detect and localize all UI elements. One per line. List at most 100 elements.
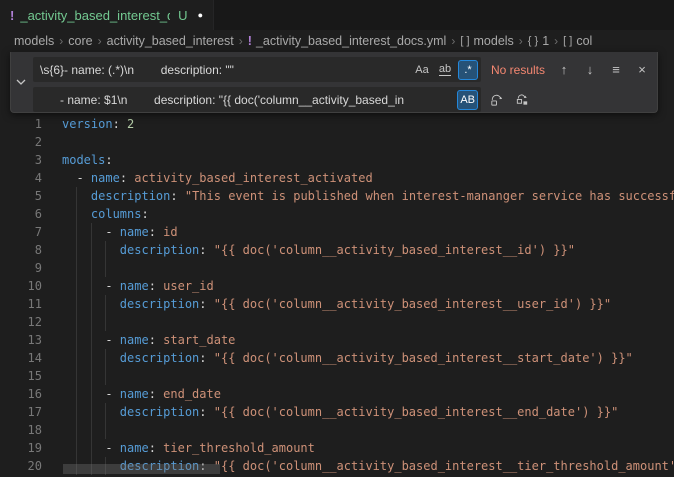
line-number: 10	[0, 277, 42, 295]
line-number: 19	[0, 439, 42, 457]
code-line[interactable]: description: "{{ doc('column__activity_b…	[62, 349, 633, 367]
breadcrumb-item[interactable]: [ ] col	[563, 34, 592, 48]
code-line[interactable]: - name: start_date	[62, 331, 235, 349]
match-case-toggle[interactable]: Aa	[412, 60, 432, 80]
line-number: 17	[0, 403, 42, 421]
line-number: 18	[0, 421, 42, 439]
line-number: 7	[0, 223, 42, 241]
regex-toggle[interactable]: .*	[458, 60, 478, 80]
line-number: 6	[0, 205, 42, 223]
horizontal-scrollbar[interactable]	[63, 464, 220, 474]
line-number: 14	[0, 349, 42, 367]
replace-input[interactable]: - name: $1\n description: "{{ doc('colum…	[33, 87, 481, 112]
find-widget: \s{6}- name: (.*)\n description: "" Aa a…	[10, 52, 658, 113]
find-in-selection-button[interactable]: ≡	[605, 59, 627, 81]
indent-guide	[105, 421, 106, 439]
replace-value-text: - name: $1\n description: "{{ doc('colum…	[40, 93, 454, 107]
line-number: 20	[0, 457, 42, 475]
breadcrumb-separator: ›	[239, 34, 243, 48]
line-number: 12	[0, 313, 42, 331]
find-input[interactable]: \s{6}- name: (.*)\n description: "" Aa a…	[33, 57, 481, 82]
arrow-up-icon: ↑	[561, 62, 568, 77]
replace-all-button[interactable]	[511, 89, 533, 111]
symbol-array-icon: [ ]	[460, 35, 469, 47]
breadcrumb-item[interactable]: ! _activity_based_interest_docs.yml	[248, 34, 447, 48]
find-results-status: No results	[491, 63, 549, 77]
code-line[interactable]: - name: user_id	[62, 277, 214, 295]
code-line[interactable]: description: "{{ doc('column__activity_b…	[62, 295, 611, 313]
breadcrumb-item[interactable]: core	[68, 34, 92, 48]
line-number: 5	[0, 187, 42, 205]
symbol-array-icon: [ ]	[563, 35, 572, 47]
code-line[interactable]: - name: id	[62, 223, 178, 241]
line-number: 13	[0, 331, 42, 349]
yaml-file-icon: !	[10, 8, 14, 23]
replace-all-icon	[515, 92, 530, 107]
indent-guide	[76, 421, 77, 439]
symbol-object-icon: { }	[528, 35, 538, 47]
preserve-case-toggle[interactable]: AB	[457, 90, 478, 110]
indent-guide	[91, 367, 92, 385]
line-number: 16	[0, 385, 42, 403]
chevron-down-icon	[16, 79, 26, 85]
close-icon: ×	[638, 62, 646, 77]
indent-guide	[105, 367, 106, 385]
editor[interactable]: 1234567891011121314151617181920 version:…	[0, 52, 674, 477]
breadcrumb-separator: ›	[519, 34, 523, 48]
git-status-badge: U	[178, 8, 187, 23]
line-number: 15	[0, 367, 42, 385]
line-number: 11	[0, 295, 42, 313]
line-number: 9	[0, 259, 42, 277]
indent-guide	[91, 259, 92, 277]
toggle-replace-button[interactable]	[11, 52, 31, 112]
breadcrumb-label: col	[576, 34, 592, 48]
selection-lines-icon: ≡	[612, 62, 620, 77]
breadcrumb-separator: ›	[554, 34, 558, 48]
indent-guide	[105, 313, 106, 331]
code-line[interactable]: models:	[62, 151, 113, 169]
breadcrumb-item[interactable]: [ ] models	[460, 34, 513, 48]
code-line[interactable]: description: "{{ doc('column__activity_b…	[62, 241, 575, 259]
replace-button[interactable]	[485, 89, 507, 111]
indent-guide	[91, 421, 92, 439]
code-line[interactable]: version: 2	[62, 115, 134, 133]
tab-bar: ! _activity_based_interest_docs.yml U ●	[0, 0, 674, 30]
breadcrumb-label: activity_based_interest	[107, 34, 234, 48]
breadcrumb-label: models	[474, 34, 514, 48]
previous-match-button[interactable]: ↑	[553, 59, 575, 81]
code-line[interactable]: description: "{{ doc('column__activity_b…	[62, 403, 618, 421]
indent-guide	[105, 259, 106, 277]
line-number: 2	[0, 133, 42, 151]
editor-tab[interactable]: ! _activity_based_interest_docs.yml U ●	[0, 0, 214, 30]
breadcrumb-label: 1	[542, 34, 549, 48]
breadcrumb-label: models	[14, 34, 54, 48]
breadcrumb-separator: ›	[59, 34, 63, 48]
line-number: 3	[0, 151, 42, 169]
indent-guide	[76, 367, 77, 385]
indent-guide	[76, 313, 77, 331]
breadcrumb-separator: ›	[98, 34, 102, 48]
breadcrumb-item[interactable]: { } 1	[528, 34, 549, 48]
line-number: 4	[0, 169, 42, 187]
line-number: 8	[0, 241, 42, 259]
close-find-button[interactable]: ×	[631, 59, 653, 81]
arrow-down-icon: ↓	[587, 62, 594, 77]
breadcrumb-item[interactable]: models	[14, 34, 54, 48]
breadcrumb-separator: ›	[451, 34, 455, 48]
code-line[interactable]: description: "This event is published wh…	[62, 187, 674, 205]
whole-word-toggle[interactable]: ab	[435, 60, 455, 80]
yaml-file-icon: !	[248, 34, 252, 48]
next-match-button[interactable]: ↓	[579, 59, 601, 81]
breadcrumb-item[interactable]: activity_based_interest	[107, 34, 234, 48]
line-number: 1	[0, 115, 42, 133]
indent-guide	[76, 259, 77, 277]
breadcrumb-label: _activity_based_interest_docs.yml	[256, 34, 446, 48]
replace-icon	[489, 92, 504, 107]
code-line[interactable]: columns:	[62, 205, 149, 223]
code-line[interactable]: - name: activity_based_interest_activate…	[62, 169, 373, 187]
code-line[interactable]: - name: tier_threshold_amount	[62, 439, 315, 457]
breadcrumb: models › core › activity_based_interest ›! _ac…	[0, 30, 674, 52]
tab-title: _activity_based_interest_docs.yml	[20, 8, 170, 23]
code-line[interactable]: - name: end_date	[62, 385, 221, 403]
modified-dot-icon[interactable]: ●	[198, 10, 203, 20]
